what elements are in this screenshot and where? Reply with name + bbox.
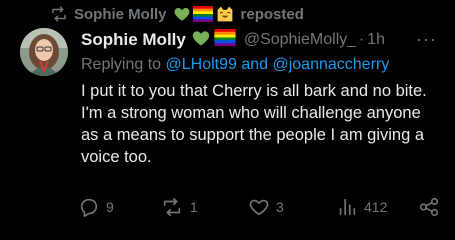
smiling-cat-emoji	[215, 5, 235, 23]
more-options-icon[interactable]: ···	[416, 30, 437, 48]
views-button[interactable]: 412	[336, 194, 387, 220]
reply-icon	[78, 196, 100, 218]
reply-button[interactable]: 9	[78, 194, 114, 220]
view-count: 412	[364, 199, 388, 215]
rainbow-flag-emoji	[214, 29, 236, 51]
repost-button[interactable]: 1	[160, 194, 198, 220]
avatar[interactable]	[20, 28, 68, 76]
tweet-header: Sophie Molly @SophieMolly_ · 1h ···	[81, 28, 441, 52]
rainbow-flag-emoji	[192, 6, 213, 22]
like-count: 3	[276, 199, 284, 215]
repost-icon	[50, 5, 68, 23]
repost-count: 1	[190, 199, 198, 215]
dot-separator: ·	[358, 31, 365, 48]
user-handle[interactable]: @SophieMolly_	[244, 31, 356, 49]
display-name[interactable]: Sophie Molly	[81, 30, 186, 50]
green-heart-emoji	[191, 28, 211, 52]
green-heart-emoji	[173, 5, 191, 23]
repost-user-name[interactable]: Sophie Molly	[74, 6, 167, 23]
like-button[interactable]: 3	[248, 194, 284, 220]
share-button[interactable]	[418, 194, 440, 220]
tweet-text: I put it to you that Cherry is all bark …	[81, 82, 427, 166]
replying-to-users[interactable]: @LHolt99 and @joannaccherry	[166, 56, 390, 73]
name-emojis	[191, 28, 236, 52]
heart-icon	[248, 196, 270, 218]
action-bar: 9 1 3 412	[78, 194, 448, 220]
replying-to-label: Replying to	[81, 56, 162, 73]
repost-user-emojis	[173, 5, 235, 23]
repost-icon	[160, 196, 184, 218]
repost-label: reposted	[240, 5, 304, 23]
replying-to: Replying to @LHolt99 and @joannaccherry	[81, 56, 389, 74]
reply-count: 9	[106, 199, 114, 215]
repost-context[interactable]: Sophie Molly reposted	[50, 4, 304, 24]
bar-chart-icon	[336, 196, 358, 218]
share-icon	[418, 196, 440, 218]
timestamp[interactable]: 1h	[367, 31, 385, 49]
